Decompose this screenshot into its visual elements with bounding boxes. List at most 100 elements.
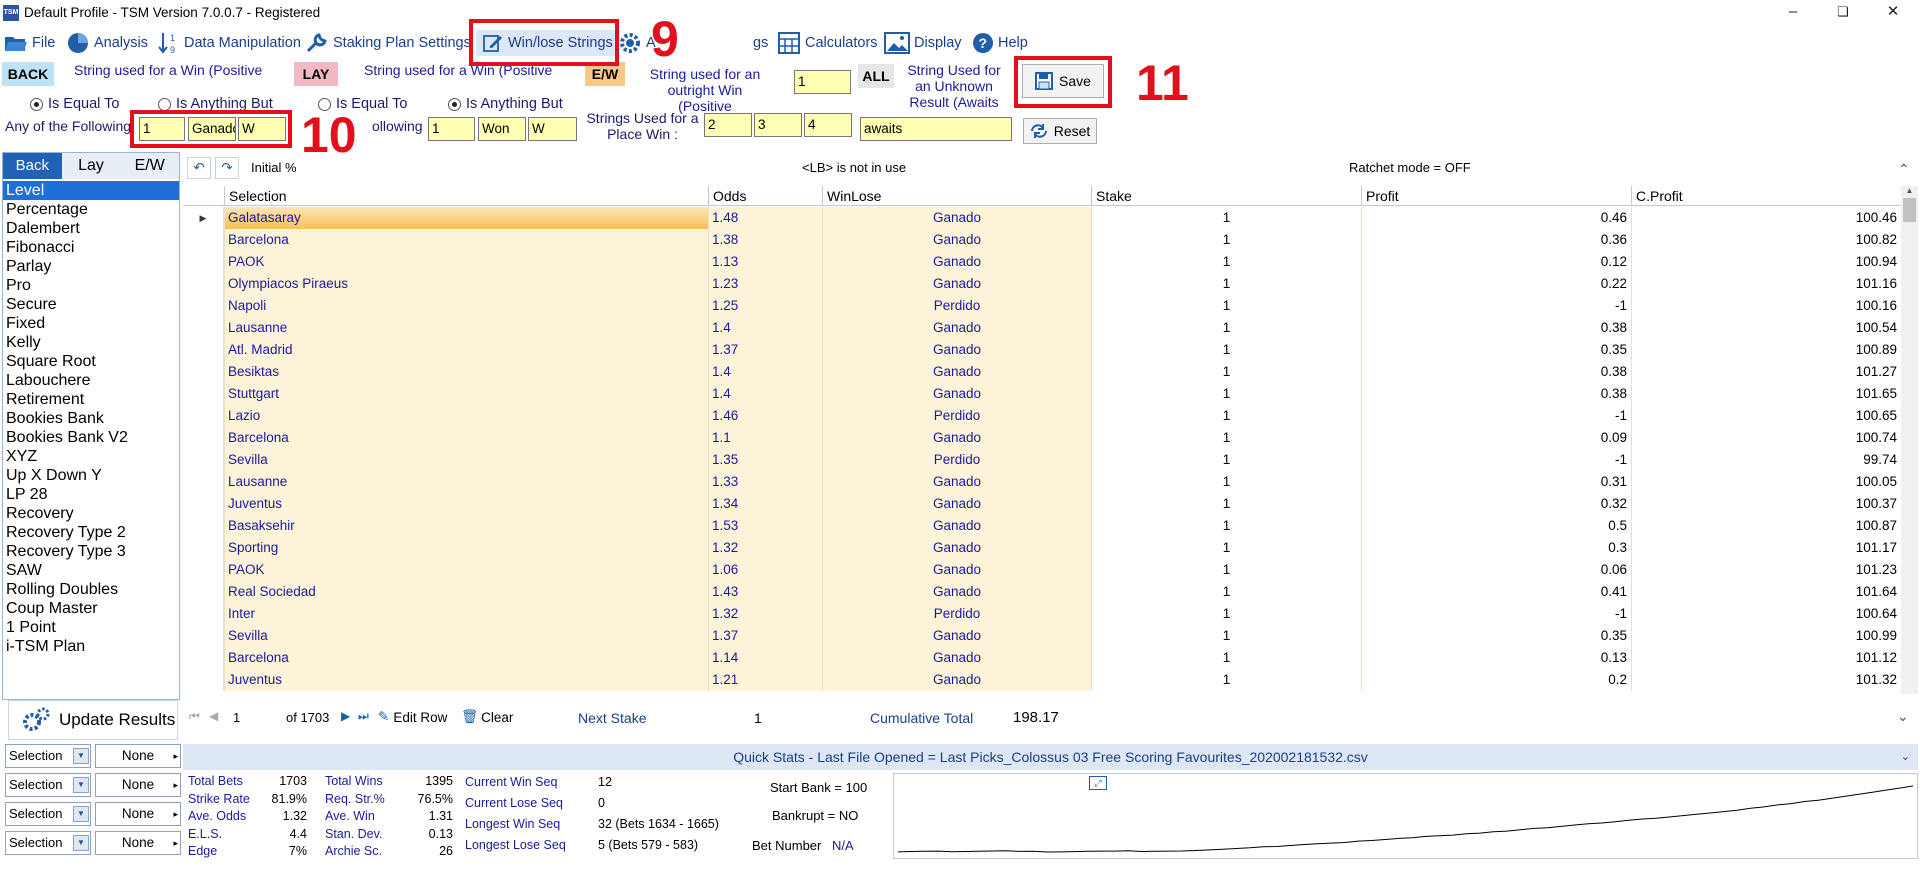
cell-selection[interactable]: Lazio — [224, 405, 708, 427]
cell-cprofit[interactable]: 100.46 — [1631, 207, 1901, 229]
cell-profit[interactable]: 0.32 — [1361, 493, 1631, 515]
cell-cprofit[interactable]: 101.65 — [1631, 383, 1901, 405]
row-indicator[interactable] — [183, 383, 224, 405]
cell-selection[interactable]: Stuttgart — [224, 383, 708, 405]
row-indicator[interactable] — [183, 251, 224, 273]
cell-odds[interactable]: 1.4 — [708, 383, 822, 405]
cell-selection[interactable]: Olympiacos Piraeus — [224, 273, 708, 295]
row-indicator[interactable] — [183, 669, 224, 691]
cell-winlose[interactable]: Perdido — [822, 603, 1091, 625]
table-row[interactable]: ▶ Galatasaray 1.48 Ganado 1 0.46 100.46 — [183, 207, 1901, 229]
table-row[interactable]: Atl. Madrid 1.37 Ganado 1 0.35 100.89 — [183, 339, 1901, 361]
clear-button[interactable]: 🗑 Clear — [461, 709, 513, 725]
cell-selection[interactable]: Lausanne — [224, 471, 708, 493]
cell-cprofit[interactable]: 101.27 — [1631, 361, 1901, 383]
plan-item[interactable]: Fibonacci — [3, 238, 179, 257]
col-profit[interactable]: Profit — [1361, 186, 1631, 206]
row-indicator[interactable] — [183, 295, 224, 317]
cell-stake[interactable]: 1 — [1091, 515, 1361, 537]
cell-odds[interactable]: 1.37 — [708, 339, 822, 361]
filter-field-select[interactable]: Selection ▼ — [5, 831, 91, 855]
menu-analysis[interactable]: Analysis — [66, 31, 148, 55]
scroll-thumb[interactable] — [1903, 198, 1916, 222]
plan-item[interactable]: Level — [3, 181, 179, 200]
cell-stake[interactable]: 1 — [1091, 647, 1361, 669]
cell-winlose[interactable]: Ganado — [822, 339, 1091, 361]
menu-calculators[interactable]: Calculators — [777, 31, 878, 55]
table-row[interactable]: Basaksehir 1.53 Ganado 1 0.5 100.87 — [183, 515, 1901, 537]
cell-profit[interactable]: 0.36 — [1361, 229, 1631, 251]
cell-profit[interactable]: 0.22 — [1361, 273, 1631, 295]
cell-selection[interactable]: Galatasaray — [224, 207, 708, 229]
cell-selection[interactable]: Basaksehir — [224, 515, 708, 537]
cell-odds[interactable]: 1.33 — [708, 471, 822, 493]
cell-selection[interactable]: Sporting — [224, 537, 708, 559]
plan-item[interactable]: Secure — [3, 295, 179, 314]
cell-stake[interactable]: 1 — [1091, 603, 1361, 625]
table-row[interactable]: Lazio 1.46 Perdido 1 -1 100.65 — [183, 405, 1901, 427]
cell-stake[interactable]: 1 — [1091, 317, 1361, 339]
ew-place-value-3[interactable]: 4 — [804, 113, 852, 137]
lay-value-2[interactable]: Won — [478, 117, 526, 141]
cell-winlose[interactable]: Ganado — [822, 229, 1091, 251]
cell-odds[interactable]: 1.23 — [708, 273, 822, 295]
table-row[interactable]: Sevilla 1.35 Perdido 1 -1 99.74 — [183, 449, 1901, 471]
cell-profit[interactable]: 0.5 — [1361, 515, 1631, 537]
row-indicator[interactable] — [183, 405, 224, 427]
cell-odds[interactable]: 1.4 — [708, 317, 822, 339]
cell-profit[interactable]: 0.46 — [1361, 207, 1631, 229]
table-row[interactable]: Sporting 1.32 Ganado 1 0.3 101.17 — [183, 537, 1901, 559]
table-row[interactable]: Lausanne 1.4 Ganado 1 0.38 100.54 — [183, 317, 1901, 339]
back-is-equal-radio[interactable]: Is Equal To — [30, 96, 119, 112]
edit-row-button[interactable]: ✎ Edit Row — [378, 709, 447, 725]
col-odds[interactable]: Odds — [708, 186, 822, 206]
cell-winlose[interactable]: Ganado — [822, 361, 1091, 383]
row-indicator[interactable] — [183, 471, 224, 493]
cell-profit[interactable]: 0.06 — [1361, 559, 1631, 581]
dropdown-arrow-icon[interactable]: ▼ — [73, 835, 89, 851]
cell-odds[interactable]: 1.48 — [708, 207, 822, 229]
plan-item[interactable]: Fixed — [3, 314, 179, 333]
plan-item[interactable]: Recovery Type 3 — [3, 542, 179, 561]
cell-cprofit[interactable]: 100.54 — [1631, 317, 1901, 339]
row-indicator[interactable] — [183, 449, 224, 471]
filter-field-select[interactable]: Selection ▼ — [5, 744, 91, 768]
cell-selection[interactable]: Inter — [224, 603, 708, 625]
row-indicator[interactable] — [183, 603, 224, 625]
plan-item[interactable]: Up X Down Y — [3, 466, 179, 485]
row-indicator[interactable] — [183, 273, 224, 295]
table-row[interactable]: Besiktas 1.4 Ganado 1 0.38 101.27 — [183, 361, 1901, 383]
cell-winlose[interactable]: Perdido — [822, 405, 1091, 427]
cell-selection[interactable]: Lausanne — [224, 317, 708, 339]
cell-profit[interactable]: -1 — [1361, 449, 1631, 471]
row-indicator[interactable] — [183, 361, 224, 383]
redo-icon[interactable]: ↷ — [215, 157, 239, 179]
cell-winlose[interactable]: Ganado — [822, 559, 1091, 581]
cell-stake[interactable]: 1 — [1091, 383, 1361, 405]
menu-file[interactable]: File — [4, 31, 55, 55]
cell-odds[interactable]: 1.38 — [708, 229, 822, 251]
last-record-icon[interactable]: ⏭ — [358, 709, 369, 724]
row-indicator[interactable] — [183, 493, 224, 515]
minimize-button[interactable]: – — [1770, 0, 1816, 26]
first-record-icon[interactable]: ⏮ — [189, 709, 200, 724]
cell-cprofit[interactable]: 101.12 — [1631, 647, 1901, 669]
plan-item[interactable]: i-TSM Plan — [3, 637, 179, 656]
tab-lay[interactable]: Lay — [62, 153, 121, 179]
plan-item[interactable]: 1 Point — [3, 618, 179, 637]
cell-profit[interactable]: 0.38 — [1361, 361, 1631, 383]
ew-place-value-2[interactable]: 3 — [754, 113, 802, 137]
cell-selection[interactable]: Juventus — [224, 493, 708, 515]
table-row[interactable]: Juventus 1.34 Ganado 1 0.32 100.37 — [183, 493, 1901, 515]
quick-stats-toggle-icon[interactable]: ⌄ — [1901, 744, 1910, 770]
row-indicator[interactable] — [183, 317, 224, 339]
cell-stake[interactable]: 1 — [1091, 493, 1361, 515]
cell-profit[interactable]: 0.12 — [1361, 251, 1631, 273]
col-winlose[interactable]: WinLose — [822, 186, 1091, 206]
dropdown-arrow-icon[interactable]: ▼ — [73, 748, 89, 764]
update-results-button[interactable]: Update Results — [8, 700, 178, 740]
filter-value-select[interactable]: None — [95, 831, 181, 855]
table-row[interactable]: Barcelona 1.14 Ganado 1 0.13 101.12 — [183, 647, 1901, 669]
row-indicator[interactable] — [183, 559, 224, 581]
cell-stake[interactable]: 1 — [1091, 339, 1361, 361]
